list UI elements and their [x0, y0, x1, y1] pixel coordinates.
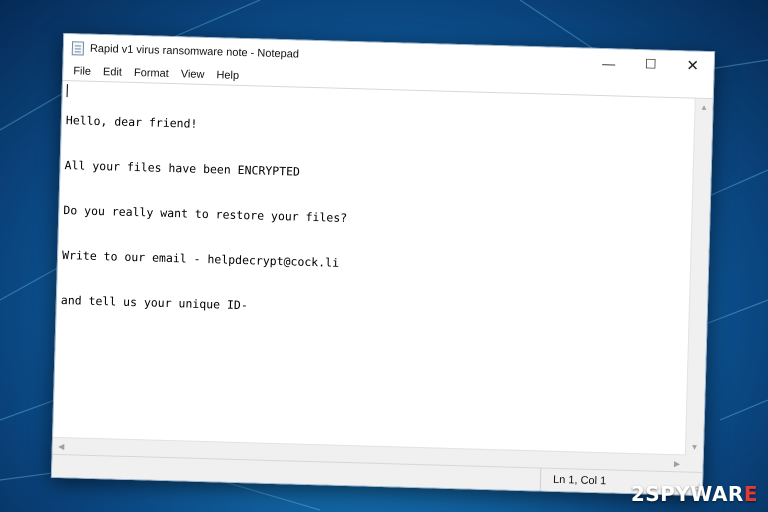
document-text[interactable]: Hello, dear friend! All your files have …	[53, 81, 696, 456]
text-line: Write to our email - helpdecrypt@cock.li	[61, 248, 340, 270]
watermark-suffix: E	[743, 482, 758, 506]
text-caret	[66, 84, 68, 98]
scroll-right-arrow-icon[interactable]: ▶	[668, 455, 685, 472]
menu-view[interactable]: View	[175, 68, 211, 81]
close-button[interactable]: ✕	[671, 51, 714, 80]
text-line: and tell us your unique ID-	[60, 293, 248, 313]
text-line: Hello, dear friend!	[65, 113, 198, 131]
scroll-down-arrow-icon[interactable]: ▼	[686, 439, 703, 456]
notepad-window: Rapid v1 virus ransomware note - Notepad…	[50, 32, 716, 497]
minimize-button[interactable]: —	[587, 49, 630, 78]
menu-help[interactable]: Help	[210, 69, 245, 82]
menu-file[interactable]: File	[67, 65, 97, 78]
scroll-up-arrow-icon[interactable]: ▲	[695, 99, 712, 116]
text-editor[interactable]: Hello, dear friend! All your files have …	[52, 79, 713, 473]
notepad-icon	[71, 41, 85, 56]
site-watermark-logo: 2SPYWARE	[631, 482, 758, 506]
scroll-left-arrow-icon[interactable]: ◀	[53, 438, 70, 455]
text-line: All your files have been ENCRYPTED	[64, 158, 301, 179]
watermark-prefix: 2	[630, 482, 646, 506]
maximize-button[interactable]: ☐	[629, 50, 672, 79]
watermark-middle: SPYWAR	[645, 482, 744, 506]
scroll-corner	[685, 455, 703, 473]
text-line: Do you really want to restore your files…	[63, 203, 348, 225]
menu-format[interactable]: Format	[128, 67, 175, 80]
menu-edit[interactable]: Edit	[97, 66, 128, 79]
